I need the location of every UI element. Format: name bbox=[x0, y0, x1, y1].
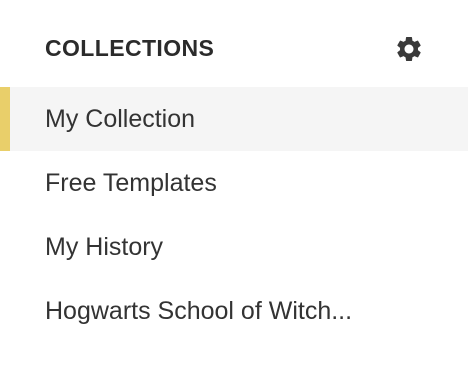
collection-item-label: My Collection bbox=[45, 105, 196, 133]
collection-item-label: Hogwarts School of Witch... bbox=[45, 297, 353, 325]
collection-item-free-templates[interactable]: Free Templates bbox=[0, 151, 468, 215]
collections-title: COLLECTIONS bbox=[45, 35, 215, 61]
collections-header: COLLECTIONS bbox=[0, 22, 468, 76]
collection-item-my-collection[interactable]: My Collection bbox=[0, 87, 468, 151]
item-indicator bbox=[0, 279, 10, 343]
gear-icon bbox=[397, 36, 421, 61]
collections-panel: COLLECTIONS My Collection Free Templates… bbox=[0, 0, 468, 368]
settings-button[interactable] bbox=[392, 32, 426, 66]
active-indicator bbox=[0, 87, 10, 151]
item-indicator bbox=[0, 151, 10, 215]
collections-list: My Collection Free Templates My History … bbox=[0, 87, 468, 343]
collection-item-hogwarts[interactable]: Hogwarts School of Witch... bbox=[0, 279, 468, 343]
item-indicator bbox=[0, 215, 10, 279]
collection-item-label: Free Templates bbox=[45, 169, 217, 197]
collection-item-my-history[interactable]: My History bbox=[0, 215, 468, 279]
collection-item-label: My History bbox=[45, 233, 164, 261]
